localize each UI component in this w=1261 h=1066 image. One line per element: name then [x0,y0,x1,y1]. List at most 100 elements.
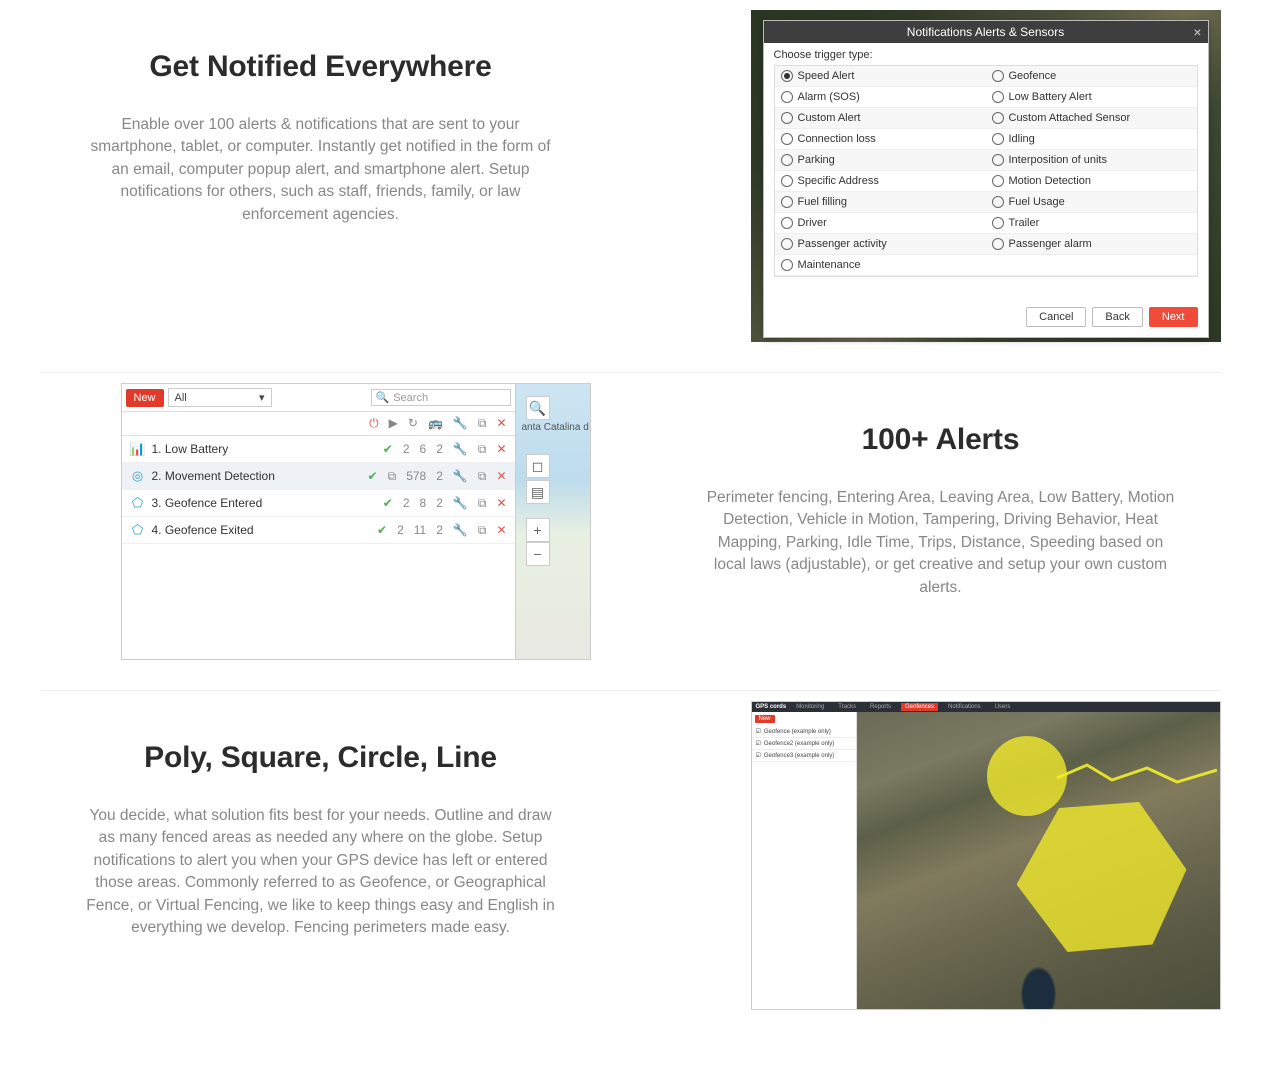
trigger-option[interactable]: Driver [775,213,986,234]
trigger-label: Trailer [1009,217,1040,229]
cancel-button[interactable]: Cancel [1026,307,1086,327]
geo-new-button[interactable]: New [755,715,775,723]
notifications-dialog: Notifications Alerts & Sensors × Choose … [763,20,1209,338]
delete-icon[interactable]: ✕ [496,496,506,510]
section-3-image: GPS cords Monitoring Tracks Reports Geof… [751,701,1221,1010]
trigger-option[interactable]: Parking [775,150,986,171]
copy-icon[interactable]: ⧉ [478,496,487,511]
count-1: 2 [403,442,410,456]
delete-icon[interactable]: ✕ [496,442,506,456]
trigger-option[interactable]: Idling [986,129,1197,150]
radio-icon [781,154,793,166]
trigger-option[interactable]: Speed Alert [775,66,986,87]
back-button[interactable]: Back [1092,307,1142,327]
trigger-option[interactable]: Maintenance [775,255,986,276]
section-geofence: Poly, Square, Circle, Line You decide, w… [41,691,1221,1040]
dialog-title-text: Notifications Alerts & Sensors [907,25,1064,39]
vehicle-icon[interactable]: 🚌 [428,416,443,431]
wrench-icon[interactable]: 🔧 [453,523,468,537]
row-name: 2. Movement Detection [152,469,362,483]
trigger-option[interactable]: Low Battery Alert [986,87,1197,108]
filter-dropdown[interactable]: All ▾ [168,388,272,407]
search-icon: 🔍 [376,391,390,404]
map-draw-icon[interactable]: ◻ [526,454,550,478]
trigger-option[interactable]: Specific Address [775,171,986,192]
tab-notifications[interactable]: Notifications [944,703,985,711]
copy-icon[interactable]: ⧉ [478,523,487,538]
count-1: 2 [397,523,404,537]
close-icon[interactable]: × [1193,24,1201,40]
section-2-text: 100+ Alerts Perimeter fencing, Entering … [701,383,1221,599]
trigger-label: Driver [798,217,827,229]
geo-item[interactable]: ☑Geofence2 (example only) [752,738,856,750]
geo-topbar: GPS cords Monitoring Tracks Reports Geof… [752,702,1220,712]
map-search-icon[interactable]: 🔍 [526,396,550,420]
refresh-icon[interactable]: ↻ [408,416,418,431]
geofence-line [1057,760,1217,790]
filter-value: All [175,392,187,404]
trigger-option[interactable]: Interposition of units [986,150,1197,171]
trigger-label: Parking [798,154,835,166]
alert-row[interactable]: ⬠3. Geofence Entered✔282🔧⧉✕ [122,490,515,517]
trigger-label: Low Battery Alert [1009,91,1092,103]
trigger-option[interactable]: Motion Detection [986,171,1197,192]
radio-icon [781,112,793,124]
wrench-icon[interactable]: 🔧 [453,496,468,510]
map-sliver: 🔍 anta Catalina d ◻ ▤ + − [515,384,590,659]
wrench-icon[interactable]: 🔧 [453,469,468,483]
count-3: 2 [436,496,443,510]
radio-icon [992,112,1004,124]
trigger-option[interactable]: Custom Attached Sensor [986,108,1197,129]
copy-icon[interactable]: ⧉ [478,416,487,431]
copy-icon[interactable]: ⧉ [478,469,487,484]
satellite-bg: Notifications Alerts & Sensors × Choose … [751,10,1221,342]
geo-item[interactable]: ☑Geofence3 (example only) [752,750,856,762]
alert-row[interactable]: ◎2. Movement Detection✔⧉5782🔧⧉✕ [122,463,515,490]
play-icon[interactable]: ▶ [389,416,398,431]
trigger-option[interactable]: Alarm (SOS) [775,87,986,108]
trigger-option[interactable]: Passenger activity [775,234,986,255]
tab-tracks[interactable]: Tracks [834,703,860,711]
alert-row[interactable]: 📊1. Low Battery✔262🔧⧉✕ [122,436,515,463]
trigger-label: Alarm (SOS) [798,91,860,103]
section-1-body: Enable over 100 alerts & notifications t… [81,114,561,226]
trigger-label: Geofence [1009,70,1057,82]
tab-users[interactable]: Users [991,703,1015,711]
tab-reports[interactable]: Reports [866,703,895,711]
section-2-body: Perimeter fencing, Entering Area, Leavin… [701,487,1181,599]
trigger-option[interactable]: Fuel Usage [986,192,1197,213]
row-name: 4. Geofence Exited [152,523,372,537]
chevron-down-icon: ▾ [259,391,265,404]
section-alerts: New All ▾ 🔍 Search ⏻ ▶ ↻ [41,373,1221,691]
tab-geofences[interactable]: Geofences [901,703,938,711]
search-input[interactable]: 🔍 Search [371,389,511,406]
trigger-option[interactable]: Geofence [986,66,1197,87]
geo-item[interactable]: ☑Geofence (example only) [752,726,856,738]
trigger-label: Motion Detection [1009,175,1092,187]
map-layers-icon[interactable]: ▤ [526,480,550,504]
trigger-label: Custom Alert [798,112,861,124]
wrench-icon[interactable]: 🔧 [453,416,468,431]
copy-icon[interactable]: ⧉ [478,442,487,457]
tab-monitoring[interactable]: Monitoring [792,703,828,711]
new-button[interactable]: New [126,389,164,407]
zoom-out-button[interactable]: − [526,542,550,566]
delete-icon[interactable]: ✕ [496,416,506,431]
trigger-option[interactable]: Fuel filling [775,192,986,213]
trigger-option[interactable]: Passenger alarm [986,234,1197,255]
trigger-option[interactable]: Trailer [986,213,1197,234]
radio-icon [781,91,793,103]
trigger-option[interactable]: Custom Alert [775,108,986,129]
count-3: 2 [436,469,443,483]
next-button[interactable]: Next [1149,307,1198,327]
geo-map[interactable] [857,712,1220,1009]
zoom-in-button[interactable]: + [526,518,550,542]
delete-icon[interactable]: ✕ [496,523,506,537]
wrench-icon[interactable]: 🔧 [453,442,468,456]
section-2-title: 100+ Alerts [701,423,1181,457]
alert-row[interactable]: ⬠4. Geofence Exited✔2112🔧⧉✕ [122,517,515,544]
row-type-icon: 📊 [130,441,146,457]
trigger-option[interactable]: Connection loss [775,129,986,150]
power-icon[interactable]: ⏻ [369,416,379,431]
delete-icon[interactable]: ✕ [496,469,506,483]
